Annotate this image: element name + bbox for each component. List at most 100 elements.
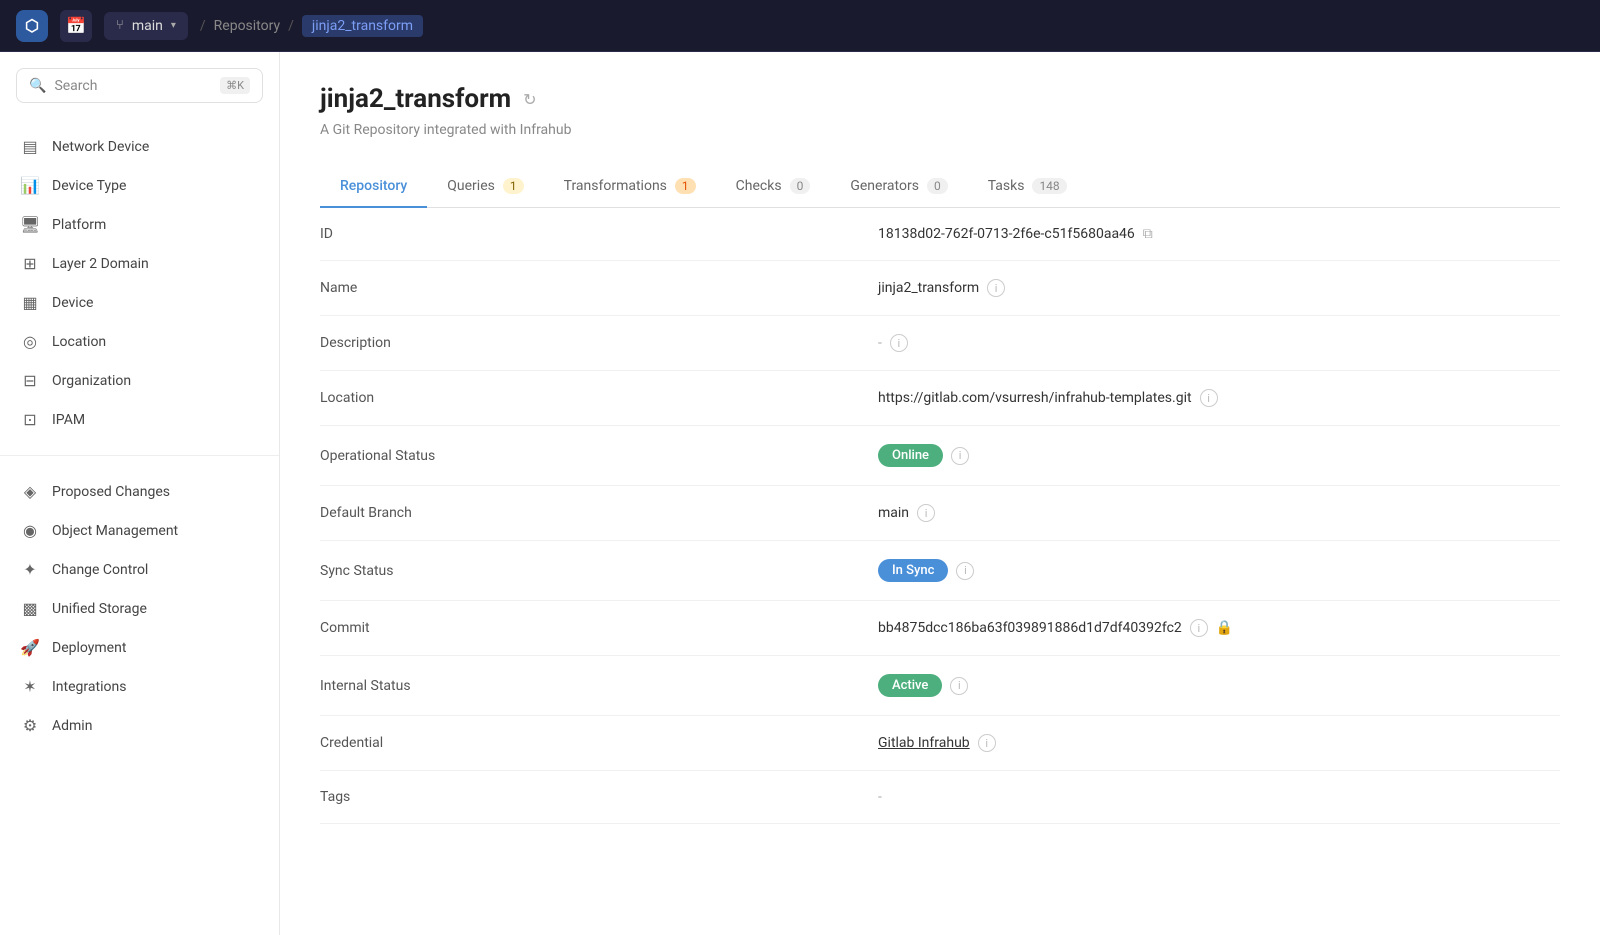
- field-value-name: jinja2_transform i: [878, 279, 1560, 297]
- tab-tasks-label: Tasks: [988, 178, 1025, 194]
- table-row: Operational Status Online i: [320, 426, 1560, 486]
- field-value-sync-status: In Sync i: [878, 559, 1560, 582]
- sidebar-item-layer2-domain[interactable]: ⊞ Layer 2 Domain: [0, 244, 279, 283]
- sidebar-item-label: IPAM: [52, 412, 85, 428]
- info-icon[interactable]: i: [890, 334, 908, 352]
- info-icon[interactable]: i: [978, 734, 996, 752]
- sidebar-item-object-management[interactable]: ◉ Object Management: [0, 511, 279, 550]
- device-icon: ▦: [20, 293, 40, 312]
- tab-checks-label: Checks: [736, 178, 782, 194]
- table-row: Internal Status Active i: [320, 656, 1560, 716]
- field-value-credential: Gitlab Infrahub i: [878, 734, 1560, 752]
- breadcrumb-sep-1: /: [200, 18, 206, 34]
- deployment-icon: 🚀: [20, 638, 40, 657]
- default-branch-value: main: [878, 505, 909, 521]
- field-value-commit: bb4875dcc186ba63f039891886d1d7df40392fc2…: [878, 619, 1560, 637]
- sidebar-item-device[interactable]: ▦ Device: [0, 283, 279, 322]
- table-row: Default Branch main i: [320, 486, 1560, 541]
- sidebar-item-proposed-changes[interactable]: ◈ Proposed Changes: [0, 472, 279, 511]
- topbar: ⬡ 📅 ⑂ main ▾ / Repository / jinja2_trans…: [0, 0, 1600, 52]
- table-row: Tags -: [320, 771, 1560, 824]
- field-label-default-branch: Default Branch: [320, 486, 878, 541]
- sidebar-item-label: Admin: [52, 718, 92, 734]
- field-label-description: Description: [320, 316, 878, 371]
- page-header: jinja2_transform ↻: [320, 84, 1560, 114]
- info-icon[interactable]: i: [951, 447, 969, 465]
- table-row: Name jinja2_transform i: [320, 261, 1560, 316]
- tab-generators[interactable]: Generators 0: [830, 166, 967, 208]
- sidebar-item-label: Proposed Changes: [52, 484, 170, 500]
- sidebar-item-platform[interactable]: 🖥 Platform: [0, 205, 279, 244]
- search-box[interactable]: 🔍 Search ⌘K: [16, 68, 263, 103]
- location-icon: ◎: [20, 332, 40, 351]
- operational-status-badge: Online: [878, 444, 943, 467]
- table-row: Commit bb4875dcc186ba63f039891886d1d7df4…: [320, 601, 1560, 656]
- info-icon[interactable]: i: [987, 279, 1005, 297]
- field-label-name: Name: [320, 261, 878, 316]
- field-label-sync-status: Sync Status: [320, 541, 878, 601]
- sidebar-item-organization[interactable]: ⊟ Organization: [0, 361, 279, 400]
- sidebar-item-unified-storage[interactable]: ▩ Unified Storage: [0, 589, 279, 628]
- integrations-icon: ✶: [20, 677, 40, 696]
- calendar-icon[interactable]: 📅: [60, 10, 92, 42]
- chevron-down-icon: ▾: [171, 20, 176, 31]
- table-row: Description - i: [320, 316, 1560, 371]
- proposed-changes-icon: ◈: [20, 482, 40, 501]
- sidebar-item-device-type[interactable]: 📊 Device Type: [0, 166, 279, 205]
- breadcrumb-sep-2: /: [288, 18, 294, 34]
- info-icon[interactable]: i: [1200, 389, 1218, 407]
- sidebar-item-ipam[interactable]: ⊡ IPAM: [0, 400, 279, 439]
- sidebar-item-label: Device Type: [52, 178, 126, 194]
- nav-section-bottom: ◈ Proposed Changes ◉ Object Management ✦…: [0, 464, 279, 753]
- sidebar-item-integrations[interactable]: ✶ Integrations: [0, 667, 279, 706]
- tab-tasks-badge: 148: [1032, 178, 1066, 194]
- field-label-internal-status: Internal Status: [320, 656, 878, 716]
- copy-icon[interactable]: ⧉: [1143, 226, 1153, 242]
- tab-tasks[interactable]: Tasks 148: [968, 166, 1087, 208]
- branch-icon: ⑂: [116, 18, 124, 33]
- sidebar-item-label: Deployment: [52, 640, 126, 656]
- tab-transformations-badge: 1: [675, 178, 696, 194]
- refresh-icon[interactable]: ↻: [523, 90, 536, 109]
- tab-checks[interactable]: Checks 0: [716, 166, 831, 208]
- branch-selector[interactable]: ⑂ main ▾: [104, 12, 188, 40]
- breadcrumb-current[interactable]: jinja2_transform: [302, 15, 423, 37]
- organization-icon: ⊟: [20, 371, 40, 390]
- sidebar-item-label: Location: [52, 334, 106, 350]
- admin-icon: ⚙: [20, 716, 40, 735]
- layer2-domain-icon: ⊞: [20, 254, 40, 273]
- sidebar-item-location[interactable]: ◎ Location: [0, 322, 279, 361]
- sidebar-item-admin[interactable]: ⚙ Admin: [0, 706, 279, 745]
- breadcrumb: / Repository / jinja2_transform: [200, 15, 423, 37]
- search-icon: 🔍: [29, 78, 46, 94]
- tab-queries-label: Queries: [447, 178, 495, 194]
- tab-repository[interactable]: Repository: [320, 166, 427, 208]
- tab-generators-badge: 0: [927, 178, 948, 194]
- info-icon[interactable]: i: [950, 677, 968, 695]
- info-icon[interactable]: i: [956, 562, 974, 580]
- tab-transformations[interactable]: Transformations 1: [544, 166, 716, 208]
- info-icon[interactable]: i: [917, 504, 935, 522]
- sidebar-item-deployment[interactable]: 🚀 Deployment: [0, 628, 279, 667]
- field-value-description: - i: [878, 334, 1560, 352]
- sidebar-item-label: Layer 2 Domain: [52, 256, 149, 272]
- sidebar-item-label: Network Device: [52, 139, 149, 155]
- info-icon[interactable]: i: [1190, 619, 1208, 637]
- field-value-operational-status: Online i: [878, 444, 1560, 467]
- credential-link[interactable]: Gitlab Infrahub: [878, 735, 970, 751]
- lock-icon[interactable]: 🔒: [1216, 620, 1233, 636]
- sidebar-item-network-device[interactable]: ▤ Network Device: [0, 127, 279, 166]
- breadcrumb-repository[interactable]: Repository: [214, 18, 280, 34]
- commit-value: bb4875dcc186ba63f039891886d1d7df40392fc2: [878, 620, 1182, 636]
- sidebar: 🔍 Search ⌘K ▤ Network Device 📊 Device Ty…: [0, 52, 280, 935]
- app-logo: ⬡: [16, 10, 48, 42]
- tab-queries[interactable]: Queries 1: [427, 166, 543, 208]
- id-value: 18138d02-762f-0713-2f6e-c51f5680aa46: [878, 226, 1135, 242]
- sidebar-item-change-control[interactable]: ✦ Change Control: [0, 550, 279, 589]
- search-shortcut: ⌘K: [220, 77, 250, 94]
- branch-name: main: [132, 18, 163, 34]
- table-row: ID 18138d02-762f-0713-2f6e-c51f5680aa46 …: [320, 208, 1560, 261]
- table-row: Sync Status In Sync i: [320, 541, 1560, 601]
- tab-checks-badge: 0: [790, 178, 811, 194]
- unified-storage-icon: ▩: [20, 599, 40, 618]
